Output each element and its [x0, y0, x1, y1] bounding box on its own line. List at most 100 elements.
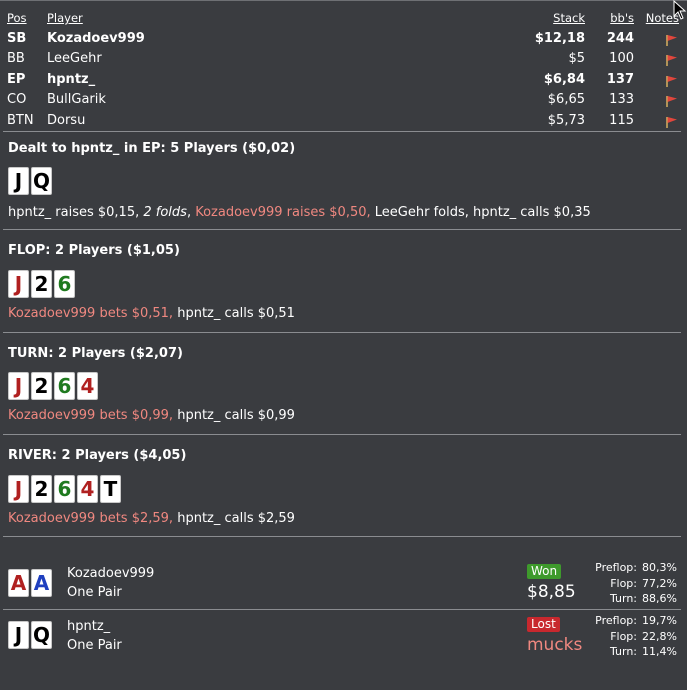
playing-card: Q: [31, 167, 52, 195]
equity-value: 19,7%: [642, 614, 677, 627]
preflop-cards: JQ: [8, 167, 52, 195]
player-stack: $5,73: [547, 112, 585, 128]
player-stack: $6,84: [543, 71, 585, 87]
equity-value: 80,3%: [642, 561, 677, 574]
header-notes[interactable]: Notes: [646, 8, 679, 29]
playing-card: A: [8, 569, 29, 597]
equity-row: Flop: 22,8%: [595, 629, 677, 645]
playing-card: T: [100, 475, 121, 503]
equity-row: Flop: 77,2%: [595, 576, 677, 592]
equity-row: Turn: 88,6%: [595, 591, 677, 607]
window-top-border: [0, 0, 687, 1]
player-bbs: 115: [609, 112, 634, 128]
playing-card: 2: [31, 270, 52, 298]
player-position: BTN: [7, 112, 34, 128]
divider: [3, 332, 681, 333]
playing-card: 4: [77, 475, 98, 503]
won-amount: $8,85: [527, 582, 576, 602]
player-bbs: 244: [606, 30, 634, 46]
playing-card: 6: [54, 372, 75, 400]
playing-card: J: [8, 372, 29, 400]
action-text: Kozadoev999 bets $0,51,: [8, 306, 174, 321]
player-stack: $5: [568, 51, 585, 66]
playing-card: J: [8, 270, 29, 298]
equity-table: Preflop: 19,7% Flop: 22,8% Turn: 11,4%: [595, 613, 677, 660]
action-text: hpntz_ calls $2,59: [173, 511, 295, 526]
player-position: EP: [7, 71, 26, 87]
player-row: BTN Dorsu $5,73 115: [7, 111, 681, 132]
flop-actions: Kozadoev999 bets $0,51, hpntz_ calls $0,…: [8, 306, 295, 321]
preflop-title: Dealt to hpntz_ in EP: 5 Players ($0,02): [8, 141, 296, 156]
player-bbs: 100: [609, 51, 634, 66]
players-table-header: Pos Player Stack bb's Notes: [7, 8, 681, 29]
flop-cards: J26: [8, 270, 75, 298]
won-badge: Won: [527, 564, 562, 579]
playing-card: A: [31, 569, 52, 597]
playing-card: 6: [54, 270, 75, 298]
action-text: Kozadoev999 bets $0,99,: [8, 408, 174, 423]
equity-value: 11,4%: [642, 645, 677, 659]
equity-label: Preflop:: [595, 561, 637, 574]
players-table: Pos Player Stack bb's Notes SB Kozadoev99…: [7, 8, 681, 131]
equity-row: Preflop: 19,7%: [595, 613, 677, 629]
equity-table: Preflop: 80,3% Flop: 77,2% Turn: 88,6%: [595, 560, 677, 607]
header-stack[interactable]: Stack: [553, 8, 585, 29]
playing-card: 2: [31, 372, 52, 400]
flop-title: FLOP: 2 Players ($1,05): [8, 243, 180, 258]
player-name: hpntz_: [47, 71, 96, 87]
action-text: Kozadoev999 raises $0,50,: [195, 205, 371, 220]
mucks-label: mucks: [527, 635, 583, 655]
showdown-hand-rank: One Pair: [67, 585, 122, 600]
player-stack: $12,18: [534, 30, 585, 46]
equity-label: Turn:: [609, 645, 637, 659]
action-text: hpntz_ calls $0,51: [173, 306, 295, 321]
lost-badge: Lost: [527, 617, 560, 632]
playing-card: J: [8, 475, 29, 503]
turn-title: TURN: 2 Players ($2,07): [8, 346, 183, 361]
header-player[interactable]: Player: [47, 8, 83, 29]
river-cards: J264T: [8, 475, 121, 503]
player-row: SB Kozadoev999 $12,18 244: [7, 29, 681, 50]
action-text: LeeGehr folds, hpntz_ calls $0,35: [370, 205, 591, 220]
playing-card: Q: [31, 621, 52, 649]
showdown-player-name: hpntz_: [67, 619, 111, 634]
divider: [3, 131, 681, 132]
river-title: RIVER: 2 Players ($4,05): [8, 448, 187, 463]
action-text: hpntz_ calls $0,99: [173, 408, 295, 423]
showdown-player-name: Kozadoev999: [67, 566, 155, 581]
equity-label: Preflop:: [595, 614, 637, 627]
playing-card: J: [8, 167, 29, 195]
player-position: BB: [7, 51, 25, 66]
action-text: ,: [186, 205, 196, 220]
showdown-hand-rank: One Pair: [67, 638, 122, 653]
river-actions: Kozadoev999 bets $2,59, hpntz_ calls $2,…: [8, 511, 295, 526]
player-bbs: 133: [609, 92, 634, 107]
preflop-actions: hpntz_ raises $0,15, 2 folds, Kozadoev99…: [8, 205, 591, 220]
divider: [3, 229, 681, 230]
equity-value: 88,6%: [642, 592, 677, 606]
equity-row: Preflop: 80,3%: [595, 560, 677, 576]
player-row: BB LeeGehr $5 100: [7, 49, 681, 70]
player-name: Dorsu: [47, 112, 86, 128]
player-row: CO BullGarik $6,65 133: [7, 90, 681, 111]
header-bbs[interactable]: bb's: [610, 8, 634, 29]
divider: [3, 434, 681, 435]
turn-actions: Kozadoev999 bets $0,99, hpntz_ calls $0,…: [8, 408, 295, 423]
player-name: Kozadoev999: [47, 30, 145, 46]
player-bbs: 137: [606, 71, 634, 87]
equity-value: 22,8%: [642, 629, 677, 643]
player-stack: $6,65: [547, 92, 585, 107]
playing-card: J: [8, 621, 29, 649]
player-position: CO: [7, 92, 27, 107]
player-row: EP hpntz_ $6,84 137: [7, 70, 681, 91]
player-name: LeeGehr: [47, 51, 102, 66]
action-text: hpntz_ raises $0,15,: [8, 205, 144, 220]
playing-card: 4: [77, 372, 98, 400]
showdown-cards: JQ: [8, 621, 52, 649]
playing-card: 2: [31, 475, 52, 503]
header-pos[interactable]: Pos: [7, 8, 27, 29]
equity-value: 77,2%: [642, 576, 677, 590]
player-name: BullGarik: [47, 92, 106, 107]
equity-label: Turn:: [609, 592, 637, 606]
action-text: 2 folds: [143, 205, 187, 220]
